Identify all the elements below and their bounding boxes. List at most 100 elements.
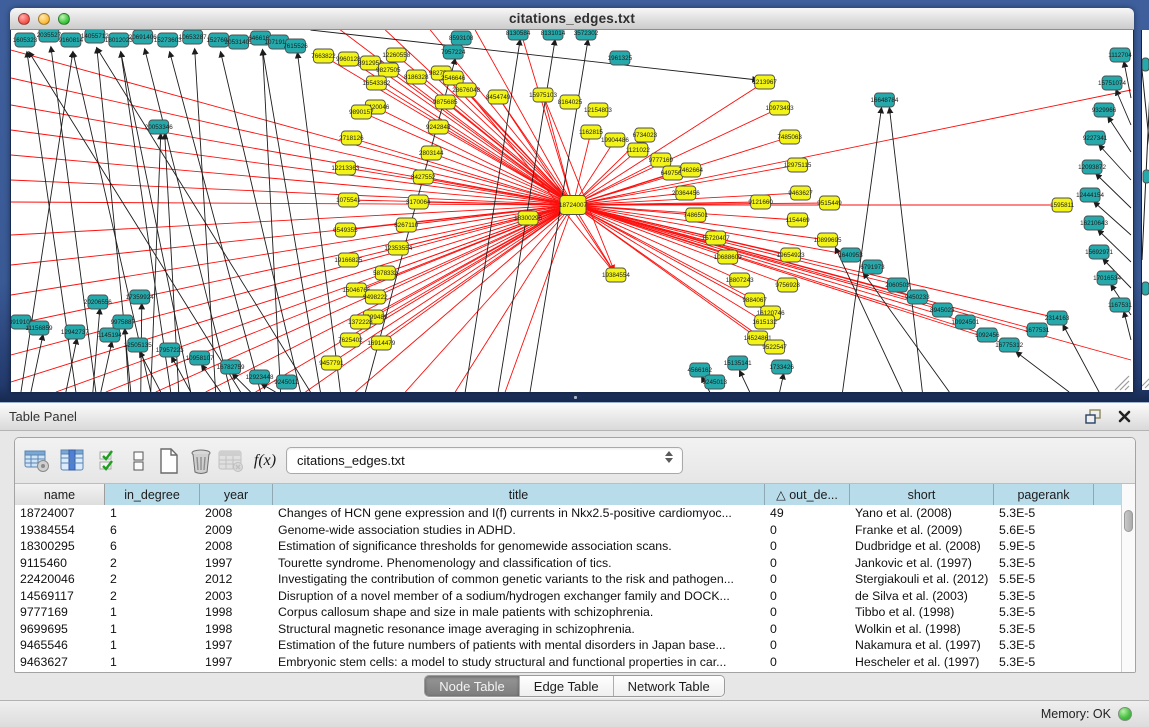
cell-name[interactable]: 9465546 [15, 637, 105, 654]
table-settings-icon[interactable] [23, 447, 51, 475]
column-header-name[interactable]: name [15, 484, 105, 505]
graph-node[interactable]: 9498222 [363, 290, 388, 304]
graph-node[interactable]: 20053346 [145, 120, 173, 134]
cell-year[interactable]: 1997 [200, 555, 273, 572]
new-document-icon[interactable] [155, 447, 183, 475]
cell-short[interactable]: Tibbo et al. (1998) [850, 604, 994, 621]
cell-pagerank[interactable]: 5.3E-5 [994, 637, 1094, 654]
background-window-sliver[interactable] [1141, 30, 1149, 390]
cell-in_degree[interactable]: 6 [105, 522, 200, 539]
canvas-resize-grip[interactable] [1115, 376, 1129, 390]
cell-name[interactable]: 19384554 [15, 522, 105, 539]
graph-node[interactable]: 19384554 [602, 268, 630, 282]
graph-node[interactable]: 3572302 [574, 30, 599, 40]
graph-node[interactable]: 12975115 [784, 158, 812, 172]
graph-node[interactable]: 1372228 [348, 315, 373, 329]
cell-short[interactable]: Franke et al. (2009) [850, 522, 994, 539]
graph-node[interactable]: 12154803 [584, 103, 612, 117]
graph-node[interactable]: 18724007 [559, 196, 587, 215]
column-chooser-icon[interactable] [59, 447, 87, 475]
table-row[interactable]: 1938455462009Genome-wide association stu… [15, 522, 1123, 539]
graph-node[interactable]: 8186328 [404, 70, 429, 84]
graph-node[interactable]: 10899695 [814, 233, 842, 247]
cell-short[interactable]: Yano et al. (2008) [850, 505, 994, 522]
import-table-disabled-icon[interactable] [217, 447, 245, 475]
graph-node[interactable]: 12093872 [1078, 160, 1106, 174]
cell-pagerank[interactable]: 5.5E-5 [994, 571, 1094, 588]
cell-short[interactable]: Wolkin et al. (1998) [850, 621, 994, 638]
graph-node[interactable]: 1121022 [626, 143, 650, 157]
graph-node[interactable]: 9245012 [274, 375, 299, 389]
graph-node[interactable]: 9329966 [1092, 103, 1117, 117]
graph-node[interactable]: 10688609 [714, 250, 742, 264]
graph-node[interactable]: 9245013 [703, 375, 728, 389]
cell-title[interactable]: Tourette syndrome. Phenomenology and cla… [273, 555, 765, 572]
graph-node[interactable]: 1162815 [579, 125, 603, 139]
graph-node[interactable]: 9463627 [788, 186, 813, 200]
scrollbar-thumb[interactable] [1124, 510, 1133, 532]
graph-node[interactable]: 1092456 [975, 328, 1000, 342]
graph-node[interactable]: 3170064 [406, 195, 431, 209]
table-row[interactable]: 977716911998Corpus callosum shape and si… [15, 604, 1123, 621]
cell-year[interactable]: 1997 [200, 654, 273, 671]
graph-node[interactable]: 1640953 [838, 248, 863, 262]
graph-node[interactable]: 9522547 [762, 340, 787, 354]
select-all-check-icon[interactable] [95, 447, 123, 475]
cell-short[interactable]: de Silva et al. (2003) [850, 588, 994, 605]
graph-node[interactable]: 9515449 [817, 196, 842, 210]
column-header-title[interactable]: title [273, 484, 765, 505]
graph-node[interactable]: 1615132 [752, 315, 777, 329]
graph-node[interactable]: 9777169 [649, 153, 674, 167]
table-row[interactable]: 1830029562008Estimation of significance … [15, 538, 1123, 555]
graph-node[interactable]: 9121660 [748, 195, 773, 209]
graph-node[interactable]: 16775312 [995, 338, 1023, 352]
graph-node[interactable]: 2803144 [419, 146, 444, 160]
float-panel-icon[interactable] [1085, 409, 1102, 424]
cell-pagerank[interactable]: 5.3E-5 [994, 604, 1094, 621]
graph-node[interactable]: 9457791 [319, 356, 344, 370]
table-row[interactable]: 1872400712008Changes of HCN gene express… [15, 505, 1123, 522]
graph-node[interactable]: 2314163 [1045, 311, 1070, 325]
rows-icon[interactable] [125, 447, 153, 475]
graph-node[interactable]: 10653287 [179, 30, 207, 44]
graph-node[interactable]: 15975103 [529, 88, 557, 102]
graph-node[interactable]: 9884067 [742, 293, 767, 307]
graph-node[interactable]: 12923448 [246, 370, 274, 384]
cell-title[interactable]: Embryonic stem cells: a model to study s… [273, 654, 765, 671]
graph-node[interactable]: 7486501 [684, 208, 709, 222]
graph-node[interactable]: 1213967 [752, 75, 777, 89]
graph-node[interactable]: 15720407 [702, 231, 730, 245]
cell-in_degree[interactable]: 2 [105, 571, 200, 588]
cell-short[interactable]: Jankovic et al. (1997) [850, 555, 994, 572]
cell-in_degree[interactable]: 1 [105, 637, 200, 654]
cell-year[interactable]: 2008 [200, 505, 273, 522]
cell-pagerank[interactable]: 5.3E-5 [994, 555, 1094, 572]
cell-out_de...[interactable]: 0 [765, 654, 850, 671]
cell-title[interactable]: Estimation of the future numbers of pati… [273, 637, 765, 654]
cell-short[interactable]: Stergiakouli et al. (2012) [850, 571, 994, 588]
graph-node[interactable]: 10973493 [766, 101, 794, 115]
cell-name[interactable]: 14569117 [15, 588, 105, 605]
function-builder-icon[interactable]: f(x) [251, 447, 279, 475]
graph-node[interactable]: 8130584 [506, 30, 531, 40]
graph-node[interactable]: 7957224 [441, 45, 466, 59]
graph-node[interactable]: 7462664 [679, 163, 704, 177]
cell-short[interactable]: Hescheler et al. (1997) [850, 654, 994, 671]
graph-node[interactable]: 9890157 [349, 105, 374, 119]
graph-node[interactable]: 1154469 [786, 213, 810, 227]
cell-title[interactable]: Corpus callosum shape and size in male p… [273, 604, 765, 621]
column-header-short[interactable]: short [850, 484, 994, 505]
graph-node[interactable]: 17957223 [156, 343, 184, 357]
cell-year[interactable]: 1998 [200, 621, 273, 638]
graph-node[interactable]: 6734023 [633, 128, 658, 142]
graph-node[interactable]: 16210643 [1080, 216, 1108, 230]
cell-out_de...[interactable]: 0 [765, 588, 850, 605]
graph-node[interactable]: 12942737 [61, 325, 89, 339]
graph-node[interactable]: 9827505 [376, 63, 401, 77]
graph-node[interactable]: 16914479 [367, 336, 395, 350]
cell-out_de...[interactable]: 0 [765, 621, 850, 638]
cell-out_de...[interactable]: 0 [765, 571, 850, 588]
graph-node[interactable]: 1595811 [1050, 198, 1074, 212]
cell-name[interactable]: 9463627 [15, 654, 105, 671]
graph-node[interactable]: 9227341 [1083, 131, 1108, 145]
